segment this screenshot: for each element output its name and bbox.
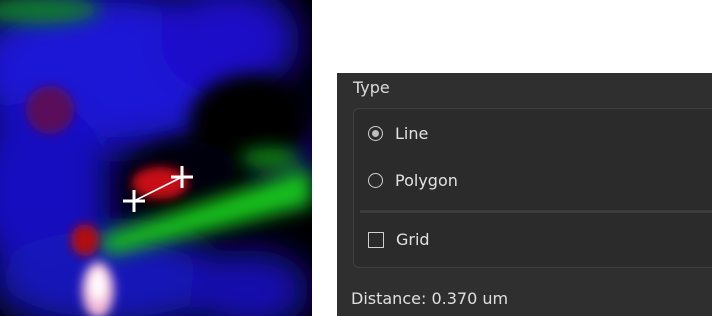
distance-readout: Distance: 0.370 um — [351, 289, 509, 308]
image-viewer[interactable] — [0, 0, 312, 316]
grid-option-label: Grid — [396, 230, 430, 249]
divider — [360, 210, 712, 213]
grid-option[interactable]: Grid — [368, 230, 430, 249]
line-option[interactable]: Line — [368, 124, 428, 143]
microscopy-image — [0, 0, 312, 316]
grid-checkbox-icon[interactable] — [368, 231, 384, 248]
line-option-label: Line — [395, 124, 429, 143]
measurement-panel: Type Line Polygon Grid Distance: 0.370 u… — [337, 73, 712, 316]
polygon-option-label: Polygon — [395, 171, 458, 190]
polygon-option[interactable]: Polygon — [368, 171, 458, 190]
line-radio-icon[interactable] — [368, 126, 383, 141]
type-label: Type — [353, 78, 390, 97]
type-options-group: Line Polygon Grid — [353, 108, 712, 268]
polygon-radio-icon[interactable] — [368, 173, 383, 188]
